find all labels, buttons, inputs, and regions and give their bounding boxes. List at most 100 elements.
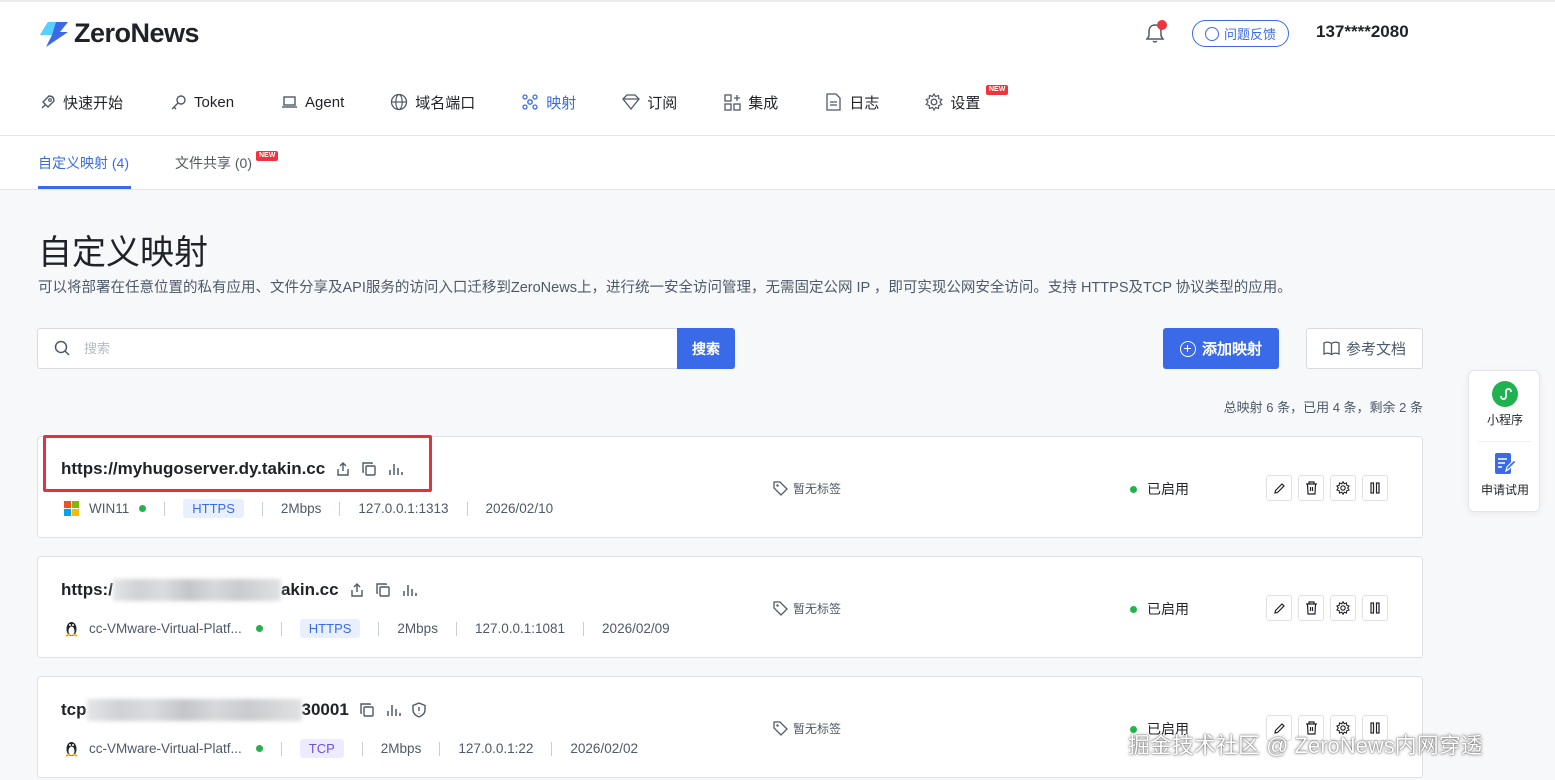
tag-area[interactable]: 暂无标签 bbox=[773, 480, 841, 497]
watermark: 掘金技术社区 @ ZeroNews内网穿透 bbox=[1128, 733, 1483, 758]
mapping-card: https:/ akin.cc cc-VMware-Virtual-Platf.… bbox=[37, 556, 1423, 658]
nav-label: 设置 bbox=[950, 94, 981, 112]
target-address: 127.0.0.1:22 bbox=[458, 741, 534, 756]
agent-name: WIN11 bbox=[89, 501, 130, 516]
status-dot bbox=[1130, 605, 1137, 613]
tag-label: 暂无标签 bbox=[793, 602, 842, 616]
mapping-url-prefix[interactable]: https:/ bbox=[61, 580, 113, 600]
pause-icon bbox=[1370, 602, 1380, 614]
redacted-region bbox=[86, 699, 302, 721]
delete-button[interactable] bbox=[1298, 595, 1324, 621]
redacted-region bbox=[112, 579, 281, 601]
nav-item-quickstart[interactable]: 快速开始 bbox=[38, 88, 123, 116]
tab-file-share[interactable]: 文件共享 (0) bbox=[175, 153, 252, 173]
mapping-url-row: https:/ akin.cc bbox=[61, 579, 417, 601]
copy-icon[interactable] bbox=[359, 702, 375, 718]
edit-button[interactable] bbox=[1266, 475, 1292, 501]
mapping-meta: cc-VMware-Virtual-Platf... HTTPS 2Mbps 1… bbox=[64, 619, 670, 638]
pause-button[interactable] bbox=[1362, 595, 1388, 621]
tag-label: 暂无标签 bbox=[793, 482, 842, 496]
edit-button[interactable] bbox=[1266, 595, 1292, 621]
search-button[interactable]: 搜索 bbox=[677, 328, 735, 369]
nav-item-integration[interactable]: 集成 bbox=[723, 88, 778, 116]
search-input[interactable] bbox=[84, 329, 674, 368]
book-icon bbox=[1323, 341, 1340, 356]
copy-icon[interactable] bbox=[375, 582, 391, 598]
mapping-url-suffix[interactable]: 30001 bbox=[302, 700, 349, 720]
tag-area[interactable]: 暂无标签 bbox=[773, 600, 841, 617]
nav-label: Agent bbox=[305, 93, 345, 111]
logo[interactable]: ZeroNews bbox=[38, 18, 200, 49]
nav-item-mapping[interactable]: 映射 bbox=[521, 88, 576, 116]
bandwidth: 2Mbps bbox=[280, 501, 322, 516]
target-address: 127.0.0.1:1081 bbox=[474, 621, 566, 636]
nav-item-agent[interactable]: Agent bbox=[280, 88, 344, 116]
nav-label: 快速开始 bbox=[63, 94, 124, 112]
search-box: 搜索 bbox=[37, 328, 735, 369]
quota-summary: 总映射 6 条，已用 4 条，剩余 2 条 bbox=[1223, 400, 1423, 415]
created-date: 2026/02/09 bbox=[602, 621, 670, 636]
divider bbox=[261, 501, 263, 516]
status-label: 已启用 bbox=[1147, 481, 1189, 497]
mini-program-button[interactable]: 小程序 bbox=[1469, 381, 1541, 428]
agent-online-dot bbox=[255, 625, 263, 632]
edit-form-icon bbox=[1495, 453, 1517, 474]
nav-item-subscription[interactable]: 订阅 bbox=[622, 88, 677, 116]
mapping-url-prefix[interactable]: tcp bbox=[61, 700, 87, 720]
settings-button[interactable] bbox=[1330, 475, 1356, 501]
pencil-icon bbox=[1273, 602, 1285, 614]
trash-icon bbox=[1305, 601, 1317, 615]
nav-label: 日志 bbox=[849, 94, 880, 112]
pause-button[interactable] bbox=[1362, 475, 1388, 501]
mapping-url-row: tcp 30001 bbox=[61, 699, 427, 721]
shield-icon[interactable] bbox=[411, 702, 427, 718]
linux-icon bbox=[65, 622, 78, 637]
agent-online-dot bbox=[139, 505, 147, 512]
nav-item-token[interactable]: Token bbox=[169, 88, 234, 116]
trash-icon bbox=[1305, 481, 1317, 495]
delete-button[interactable] bbox=[1298, 475, 1324, 501]
created-date: 2026/02/02 bbox=[570, 741, 638, 756]
settings-button[interactable] bbox=[1330, 595, 1356, 621]
user-account[interactable]: 137****2080 bbox=[1316, 22, 1409, 42]
mapping-url-suffix[interactable]: akin.cc bbox=[281, 580, 339, 600]
mapping-status: 已启用 bbox=[1130, 599, 1189, 619]
tag-area[interactable]: 暂无标签 bbox=[773, 720, 841, 737]
tag-icon bbox=[773, 601, 788, 616]
globe-icon bbox=[390, 93, 408, 111]
main-nav: 快速开始 Token Agent 域名端口 映射 订阅 集成 日志 设置 NEW bbox=[38, 85, 1009, 116]
created-date: 2026/02/10 bbox=[485, 501, 554, 516]
search-icon bbox=[54, 340, 70, 356]
mini-program-label: 小程序 bbox=[1486, 413, 1523, 427]
apply-trial-button[interactable]: 申请试用 bbox=[1469, 451, 1541, 498]
feedback-button[interactable]: 问题反馈 bbox=[1192, 20, 1289, 47]
share-icon[interactable] bbox=[349, 582, 365, 598]
top-header: ZeroNews 问题反馈 137****2080 快速开始 Token Age… bbox=[0, 0, 1555, 136]
mapping-meta: WIN11 HTTPS 2Mbps 127.0.0.1:1313 2026/02… bbox=[64, 499, 553, 518]
pause-icon bbox=[1370, 482, 1380, 494]
stats-icon[interactable] bbox=[401, 582, 417, 598]
annotation-highlight-box bbox=[43, 435, 432, 492]
page-description: 可以将部署在任意位置的私有应用、文件分享及API服务的访问入口迁移到ZeroNe… bbox=[38, 280, 1292, 296]
rocket-icon bbox=[38, 93, 56, 111]
mapping-card: tcp 30001 cc-VMware-Virtual-Platf... TCP… bbox=[37, 676, 1423, 778]
add-mapping-label: 添加映射 bbox=[1201, 341, 1262, 358]
divider bbox=[583, 621, 585, 636]
tag-label: 暂无标签 bbox=[793, 722, 842, 736]
mapping-actions bbox=[1266, 475, 1388, 501]
nav-item-logs[interactable]: 日志 bbox=[824, 88, 879, 116]
key-icon bbox=[169, 93, 187, 111]
stats-icon[interactable] bbox=[385, 702, 401, 718]
nav-item-settings[interactable]: 设置 NEW bbox=[925, 85, 1009, 116]
divider bbox=[280, 621, 282, 636]
reference-docs-button[interactable]: 参考文档 bbox=[1306, 328, 1423, 369]
add-mapping-button[interactable]: 添加映射 bbox=[1163, 328, 1279, 369]
gear-icon bbox=[1336, 601, 1350, 615]
divider bbox=[339, 501, 341, 516]
notification-bell-icon[interactable] bbox=[1145, 20, 1167, 44]
windows-icon bbox=[64, 501, 79, 516]
tab-custom-mapping[interactable]: 自定义映射 (4) bbox=[38, 153, 129, 173]
divider bbox=[551, 741, 553, 756]
nav-item-domain-port[interactable]: 域名端口 bbox=[390, 88, 475, 116]
page-title: 自定义映射 bbox=[38, 234, 208, 272]
